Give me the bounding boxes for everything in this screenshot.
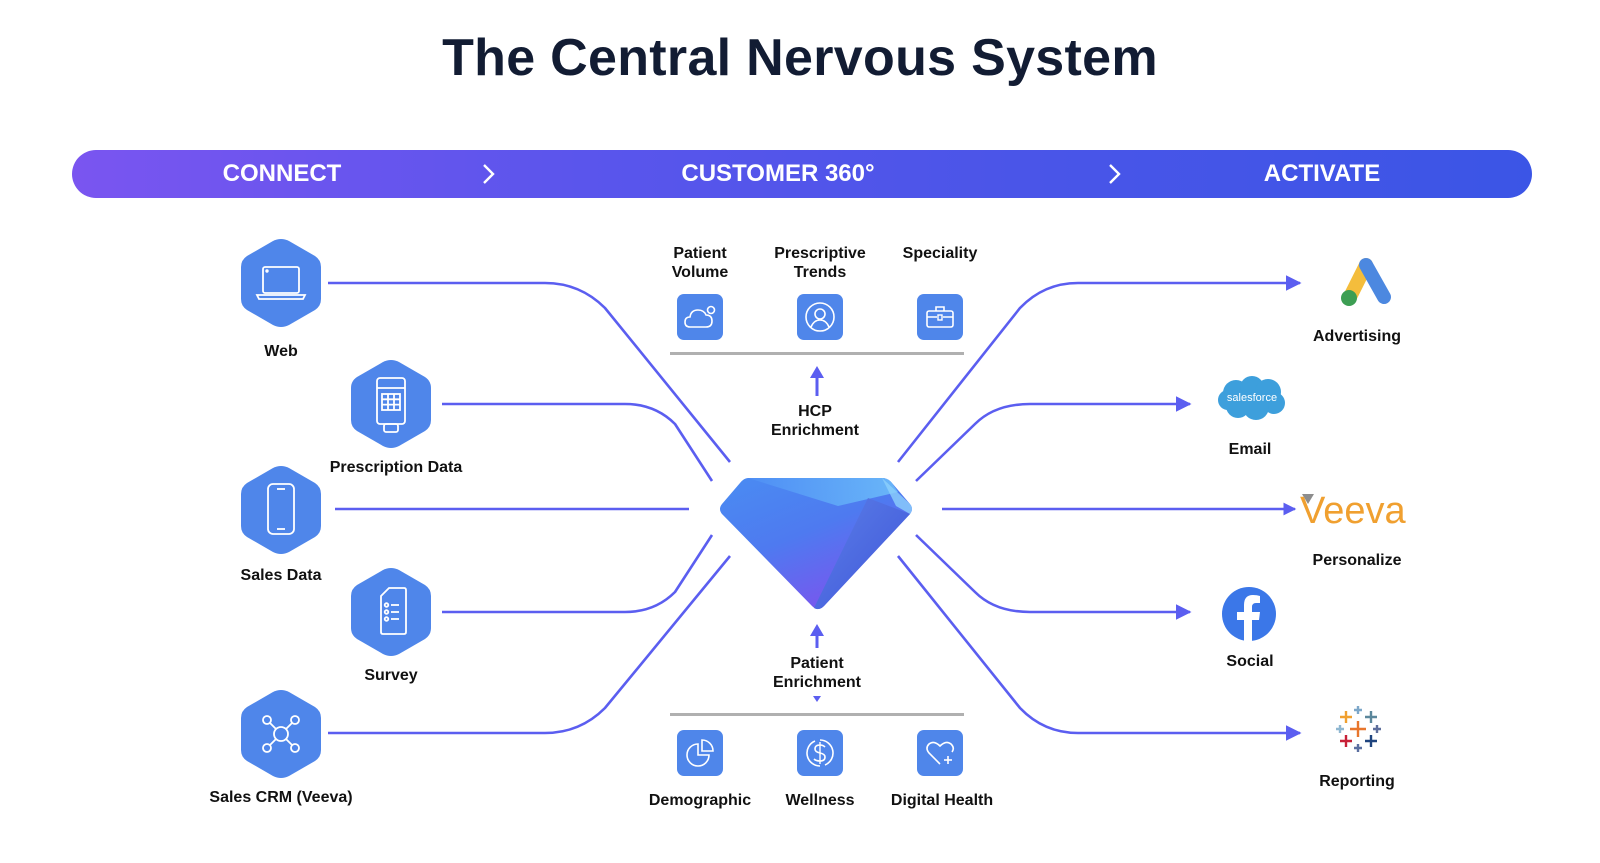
hcp-enrichment-label: HCP Enrichment [770,403,860,439]
wire-survey [442,534,714,614]
source-survey-node[interactable] [349,566,433,658]
hcp-item-label: Speciality [902,245,978,262]
destination-label: Email [1228,441,1272,458]
wire-email [915,396,1192,482]
google-ads-logo[interactable] [1336,255,1396,311]
hcp-tile-prescriptive-trends[interactable] [797,294,843,340]
pie-chart-icon [686,739,714,767]
source-label: Sales CRM (Veeva) [209,789,353,806]
wire-prescription [442,402,714,482]
patient-item-label: Digital Health [890,792,994,809]
facebook-logo[interactable] [1221,586,1277,642]
briefcase-icon [926,306,954,328]
hcp-item-label: Patient Volume [671,245,729,281]
heart-plus-icon [926,741,955,765]
hcp-divider [670,352,964,355]
dollar-cycle-icon [806,739,834,767]
hcp-tile-patient-volume[interactable] [677,294,723,340]
destination-label: Reporting [1319,773,1395,790]
patient-item-label: Demographic [648,792,752,809]
source-label: Prescription Data [329,459,463,476]
source-label: Web [264,343,298,360]
svg-text:salesforce: salesforce [1227,392,1277,404]
source-label: Survey [364,667,418,684]
patient-tile-wellness[interactable] [797,730,843,776]
diamond-gem-icon[interactable] [718,476,914,612]
destination-label: Social [1226,653,1274,670]
wire-reporting [896,555,1302,741]
patient-enrichment-label: Patient Enrichment [772,655,862,691]
cloud-icon [684,305,716,328]
source-sales-data-node[interactable] [239,464,323,556]
tableau-logo[interactable] [1334,705,1382,753]
source-label: Sales Data [240,567,322,584]
destination-label: Personalize [1312,552,1402,569]
patient-tile-demographic[interactable] [677,730,723,776]
wire-social [915,534,1192,620]
salesforce-logo[interactable]: salesforce [1216,373,1288,425]
hcp-tile-speciality[interactable] [917,294,963,340]
patient-divider [670,713,964,716]
source-crm-node[interactable] [239,688,323,780]
patient-tile-digital-health[interactable] [917,730,963,776]
patient-item-label: Wellness [785,792,855,809]
user-circle-icon [805,302,835,332]
source-prescription-node[interactable] [349,358,433,450]
veeva-logo[interactable]: Veeva [1300,490,1434,532]
hcp-item-label: Prescriptive Trends [774,245,866,281]
destination-label: Advertising [1312,328,1402,345]
svg-text:Veeva: Veeva [1300,490,1407,532]
source-web-node[interactable] [239,237,323,329]
